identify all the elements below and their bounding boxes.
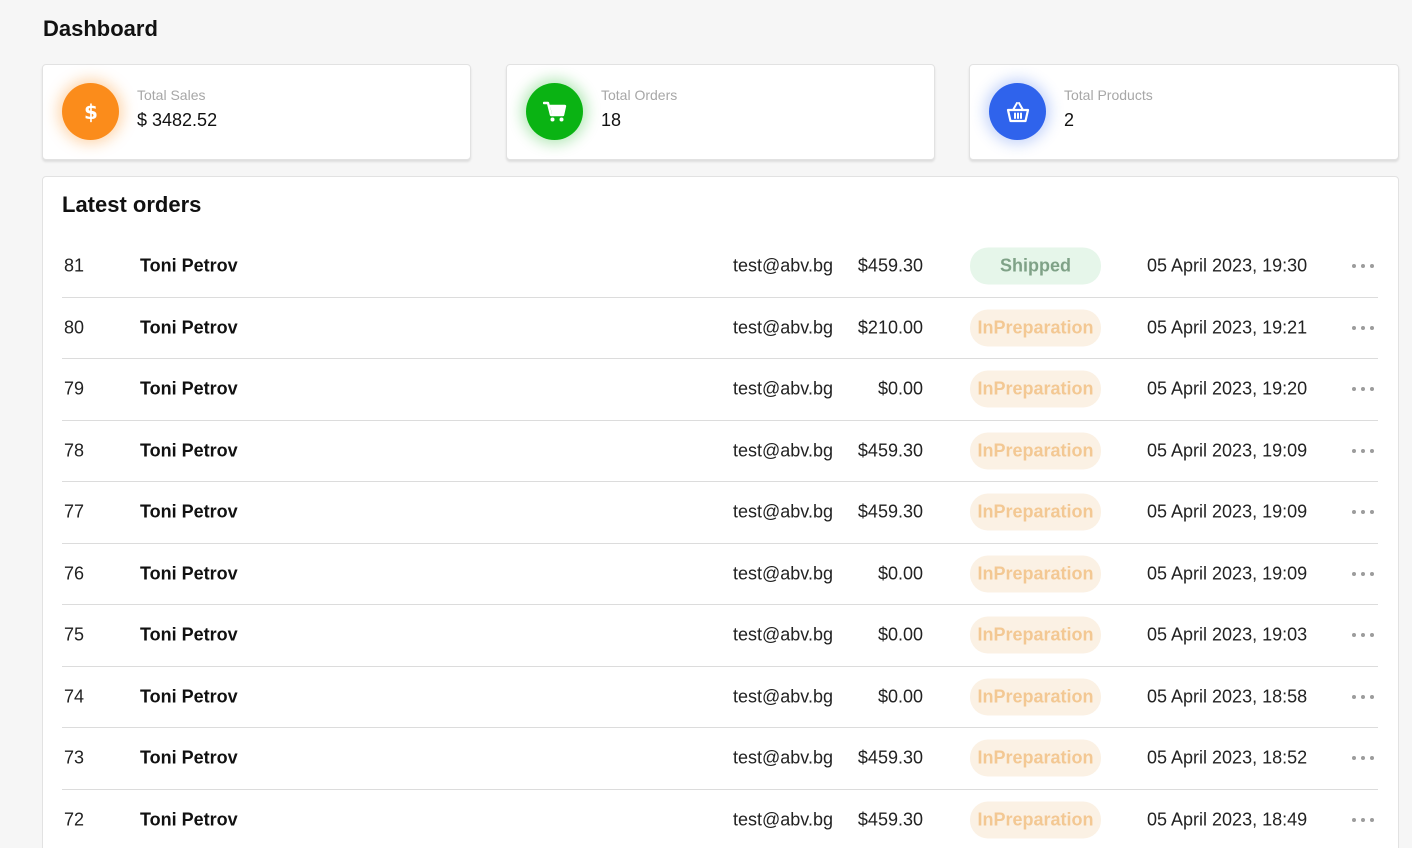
order-date: 05 April 2023, 18:52	[1147, 747, 1308, 768]
customer-email: test@abv.bg	[733, 440, 833, 461]
svg-text:$: $	[84, 100, 98, 124]
stat-label: Total Sales	[137, 87, 206, 103]
order-date: 05 April 2023, 19:09	[1147, 501, 1308, 522]
order-amount: $0.00	[877, 686, 923, 707]
table-row[interactable]: 77 Toni Petrov test@abv.bg $459.30 InPrepara…	[62, 482, 1378, 544]
order-date: 05 April 2023, 19:03	[1147, 624, 1308, 645]
page-title: Dashboard	[43, 16, 158, 41]
table-row[interactable]: 79 Toni Petrov test@abv.bg $0.00 InPreparati…	[62, 359, 1378, 421]
more-options-icon[interactable]	[1352, 261, 1374, 271]
status-badge: Shipped	[970, 247, 1101, 285]
customer-email: test@abv.bg	[733, 317, 833, 338]
order-date: 05 April 2023, 18:58	[1147, 686, 1308, 707]
order-id: 74	[64, 686, 85, 707]
order-amount: $459.30	[857, 255, 923, 276]
customer-email: test@abv.bg	[733, 378, 833, 399]
status-badge: InPreparation	[970, 432, 1101, 470]
table-row[interactable]: 75 Toni Petrov test@abv.bg $0.00 InPreparati…	[62, 605, 1378, 667]
stat-value: 18	[601, 110, 622, 130]
table-row[interactable]: 76 Toni Petrov test@abv.bg $0.00 InPreparati…	[62, 544, 1378, 605]
customer-name: Toni Petrov	[140, 378, 238, 399]
customer-email: test@abv.bg	[733, 809, 833, 830]
customer-email: test@abv.bg	[733, 747, 833, 768]
order-amount: $459.30	[857, 440, 923, 461]
more-options-icon[interactable]	[1352, 384, 1374, 394]
stat-card-total-orders: Total Orders 18	[506, 64, 935, 160]
order-amount: $459.30	[857, 501, 923, 522]
order-date: 05 April 2023, 19:09	[1147, 563, 1308, 584]
customer-email: test@abv.bg	[733, 563, 833, 584]
more-options-icon[interactable]	[1352, 815, 1374, 825]
customer-name: Toni Petrov	[140, 686, 238, 707]
customer-name: Toni Petrov	[140, 809, 238, 830]
customer-name: Toni Petrov	[140, 317, 238, 338]
table-row[interactable]: 80 Toni Petrov test@abv.bg $210.00 InPrepara…	[62, 298, 1378, 359]
stat-card-total-sales: $ Total Sales $ 3482.52	[42, 64, 471, 160]
customer-name: Toni Petrov	[140, 747, 238, 768]
status-badge: InPreparation	[970, 616, 1101, 654]
dollar-icon: $	[62, 83, 119, 140]
latest-orders-panel: Latest orders 81 Toni Petrov test@abv.bg $4…	[42, 176, 1399, 848]
customer-name: Toni Petrov	[140, 563, 238, 584]
stat-label: Total Orders	[601, 87, 678, 103]
customer-email: test@abv.bg	[733, 624, 833, 645]
order-id: 73	[64, 747, 85, 768]
status-badge: InPreparation	[970, 678, 1101, 716]
order-id: 76	[64, 563, 85, 584]
table-row[interactable]: 74 Toni Petrov test@abv.bg $0.00 InPreparati…	[62, 667, 1378, 728]
order-id: 77	[64, 501, 85, 522]
more-options-icon[interactable]	[1352, 446, 1374, 456]
more-options-icon[interactable]	[1352, 753, 1374, 763]
order-amount: $0.00	[877, 563, 923, 584]
table-row[interactable]: 78 Toni Petrov test@abv.bg $459.30 InPrepara…	[62, 421, 1378, 482]
order-id: 79	[64, 378, 85, 399]
table-row[interactable]: 72 Toni Petrov test@abv.bg $459.30 InPrepara…	[62, 790, 1378, 848]
table-row[interactable]: 81 Toni Petrov test@abv.bg $459.30 Shipped 05…	[62, 236, 1378, 298]
order-amount: $459.30	[857, 809, 923, 830]
status-badge: InPreparation	[970, 493, 1101, 531]
order-date: 05 April 2023, 19:21	[1147, 317, 1308, 338]
stat-label: Total Products	[1064, 87, 1153, 103]
order-id: 75	[64, 624, 85, 645]
basket-icon	[989, 83, 1046, 140]
more-options-icon[interactable]	[1352, 323, 1374, 333]
status-badge: InPreparation	[970, 309, 1101, 347]
table-row[interactable]: 73 Toni Petrov test@abv.bg $459.30 InPrepara…	[62, 728, 1378, 790]
customer-name: Toni Petrov	[140, 255, 238, 276]
stat-value: 2	[1064, 110, 1075, 130]
order-id: 80	[64, 317, 85, 338]
order-date: 05 April 2023, 19:20	[1147, 378, 1308, 399]
order-id: 81	[64, 255, 85, 276]
customer-email: test@abv.bg	[733, 686, 833, 707]
orders-list: 81 Toni Petrov test@abv.bg $459.30 Shipped 05…	[62, 236, 1378, 848]
order-amount: $210.00	[857, 317, 923, 338]
more-options-icon[interactable]	[1352, 507, 1374, 517]
stat-value: $ 3482.52	[137, 110, 218, 130]
more-options-icon[interactable]	[1352, 569, 1374, 579]
status-badge: InPreparation	[970, 801, 1101, 839]
order-date: 05 April 2023, 19:09	[1147, 440, 1308, 461]
more-options-icon[interactable]	[1352, 630, 1374, 640]
customer-name: Toni Petrov	[140, 501, 238, 522]
order-amount: $459.30	[857, 747, 923, 768]
stat-card-total-products: Total Products 2	[969, 64, 1399, 160]
status-badge: InPreparation	[970, 555, 1101, 593]
customer-name: Toni Petrov	[140, 624, 238, 645]
order-amount: $0.00	[877, 624, 923, 645]
latest-orders-title: Latest orders	[62, 192, 202, 217]
cart-icon	[526, 83, 583, 140]
status-badge: InPreparation	[970, 739, 1101, 777]
status-badge: InPreparation	[970, 370, 1101, 408]
order-date: 05 April 2023, 19:30	[1147, 255, 1308, 276]
order-id: 72	[64, 809, 85, 830]
more-options-icon[interactable]	[1352, 692, 1374, 702]
order-id: 78	[64, 440, 85, 461]
customer-name: Toni Petrov	[140, 440, 238, 461]
customer-email: test@abv.bg	[733, 255, 833, 276]
customer-email: test@abv.bg	[733, 501, 833, 522]
order-amount: $0.00	[877, 378, 923, 399]
order-date: 05 April 2023, 18:49	[1147, 809, 1308, 830]
